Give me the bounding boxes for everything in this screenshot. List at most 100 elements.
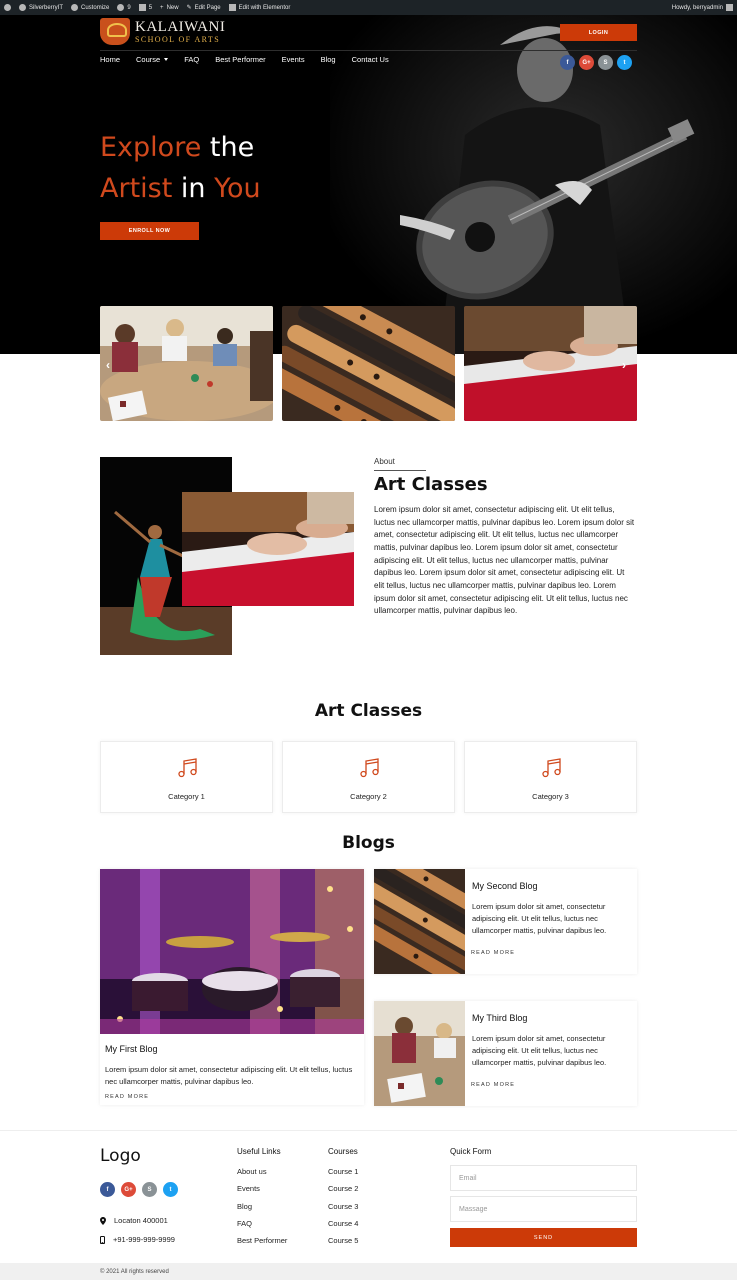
refresh-icon	[117, 4, 125, 11]
header-social-links: f G+ S t	[560, 55, 632, 70]
skype-icon[interactable]: S	[142, 1182, 157, 1197]
skype-icon[interactable]: S	[598, 55, 613, 70]
footer-link-best-performer[interactable]: Best Performer	[237, 1232, 287, 1249]
main-nav: Home Course FAQ Best Performer Events Bl…	[100, 55, 405, 64]
map-pin-icon	[100, 1216, 106, 1225]
enroll-now-button[interactable]: ENROLL NOW	[100, 222, 199, 240]
read-more-link[interactable]: READ MORE	[105, 1094, 149, 1100]
slide-flutes[interactable]	[282, 306, 455, 421]
message-field[interactable]: Massage	[450, 1196, 637, 1222]
admin-customize-link[interactable]: Customize	[71, 4, 109, 11]
plus-icon: +	[160, 4, 164, 11]
admin-edit-page-link[interactable]: ✎ Edit Page	[186, 4, 221, 12]
category-card-1[interactable]: Category 1	[100, 741, 273, 813]
blog-title[interactable]: My Second Blog	[472, 881, 538, 891]
footer-course-1[interactable]: Course 1	[328, 1163, 358, 1180]
blog-excerpt: Lorem ipsum dolor sit amet, consectetur …	[472, 902, 607, 935]
pencil-icon: ✎	[186, 5, 192, 11]
blog-card-2[interactable]: My Second Blog Lorem ipsum dolor sit ame…	[374, 869, 637, 974]
piano-hands-photo	[182, 492, 354, 606]
category-card-3[interactable]: Category 3	[464, 741, 637, 813]
flutes-photo	[282, 306, 455, 421]
nav-item-best-performer[interactable]: Best Performer	[215, 55, 265, 64]
footer-divider	[0, 1130, 737, 1131]
blog-excerpt: Lorem ipsum dolor sit amet, consectetur …	[105, 1065, 353, 1086]
quick-form-heading: Quick Form	[450, 1147, 492, 1156]
blog-title[interactable]: My Third Blog	[472, 1013, 527, 1023]
slide-piano[interactable]	[464, 306, 637, 421]
category-label: Category 1	[168, 792, 205, 801]
twitter-icon[interactable]: t	[617, 55, 632, 70]
nav-item-faq[interactable]: FAQ	[184, 55, 199, 64]
footer-course-2[interactable]: Course 2	[328, 1180, 358, 1197]
footer-link-about[interactable]: About us	[237, 1163, 287, 1180]
slide-children-crafts[interactable]	[100, 306, 273, 421]
nav-item-course[interactable]: Course	[136, 55, 169, 64]
category-label: Category 2	[350, 792, 387, 801]
footer-course-3[interactable]: Course 3	[328, 1198, 358, 1215]
chevron-down-icon	[164, 58, 169, 61]
about-underline	[374, 470, 426, 471]
wp-admin-bar: SilverberryIT Customize 9 5 + New ✎ Edit P…	[0, 0, 737, 15]
footer-link-faq[interactable]: FAQ	[237, 1215, 287, 1232]
nav-item-home[interactable]: Home	[100, 55, 120, 64]
facebook-icon[interactable]: f	[100, 1182, 115, 1197]
flutes-photo	[374, 869, 465, 974]
email-field[interactable]: Email	[450, 1165, 637, 1191]
blogs-title: Blogs	[342, 833, 395, 853]
useful-links-heading: Useful Links	[237, 1147, 281, 1156]
blog-card-1[interactable]: My First Blog Lorem ipsum dolor sit amet…	[100, 869, 364, 1105]
wordpress-icon	[4, 4, 11, 11]
admin-new-link[interactable]: + New	[160, 5, 179, 11]
facebook-icon[interactable]: f	[560, 55, 575, 70]
footer-course-4[interactable]: Course 4	[328, 1215, 358, 1232]
category-card-2[interactable]: Category 2	[282, 741, 455, 813]
avatar	[726, 4, 733, 11]
footer-social-links: f G+ S t	[100, 1182, 178, 1197]
nav-item-contact[interactable]: Contact Us	[352, 55, 389, 64]
music-note-icon	[360, 758, 379, 778]
site-logo[interactable]: KALAIWANI SCHOOL OF ARTS	[100, 18, 225, 45]
about-eyebrow: About	[374, 457, 395, 466]
phone-icon	[100, 1235, 105, 1244]
image-slider: ‹ ›	[100, 306, 637, 421]
footer-link-blog[interactable]: Blog	[237, 1198, 287, 1215]
footer-location: Locaton 400001	[100, 1216, 168, 1225]
slider-prev-arrow[interactable]: ‹	[106, 358, 110, 372]
about-title: Art Classes	[374, 474, 488, 495]
comment-icon	[138, 4, 146, 11]
art-classes-title: Art Classes	[314, 701, 423, 721]
courses-list: Course 1 Course 2 Course 3 Course 4 Cour…	[328, 1163, 358, 1249]
footer-link-events[interactable]: Events	[237, 1180, 287, 1197]
footer-course-5[interactable]: Course 5	[328, 1232, 358, 1249]
brush-icon	[71, 4, 79, 11]
read-more-link[interactable]: READ MORE	[471, 950, 515, 956]
home-icon	[19, 4, 26, 11]
crown-crest-icon	[100, 18, 130, 45]
admin-updates-link[interactable]: 9	[117, 4, 131, 11]
admin-comments-link[interactable]: 5	[138, 4, 152, 11]
blog-title[interactable]: My First Blog	[105, 1044, 158, 1054]
nav-item-events[interactable]: Events	[282, 55, 305, 64]
music-note-icon	[542, 758, 561, 778]
drum-kit-photo	[100, 869, 364, 1034]
read-more-link[interactable]: READ MORE	[471, 1082, 515, 1088]
logo-subtitle: SCHOOL OF ARTS	[135, 34, 221, 44]
google-plus-icon[interactable]: G+	[579, 55, 594, 70]
nav-item-blog[interactable]: Blog	[321, 55, 336, 64]
admin-edit-elementor-link[interactable]: Edit with Elementor	[228, 4, 290, 11]
footer-phone: +91-999-999-9999	[100, 1235, 175, 1244]
admin-site-link[interactable]: SilverberryIT	[19, 4, 63, 11]
blog-excerpt: Lorem ipsum dolor sit amet, consectetur …	[472, 1034, 607, 1067]
admin-account-menu[interactable]: Howdy, berryadmin	[672, 4, 733, 11]
google-plus-icon[interactable]: G+	[121, 1182, 136, 1197]
footer-logo[interactable]: Logo	[100, 1146, 141, 1166]
courses-heading: Courses	[328, 1147, 358, 1156]
send-button[interactable]: SEND	[450, 1228, 637, 1247]
wordpress-menu[interactable]	[4, 4, 11, 11]
twitter-icon[interactable]: t	[163, 1182, 178, 1197]
blog-card-3[interactable]: My Third Blog Lorem ipsum dolor sit amet…	[374, 1001, 637, 1106]
hero-section: KALAIWANI SCHOOL OF ARTS LOGIN Home Cour…	[0, 15, 737, 354]
slider-next-arrow[interactable]: ›	[622, 358, 626, 372]
login-button[interactable]: LOGIN	[560, 24, 637, 41]
